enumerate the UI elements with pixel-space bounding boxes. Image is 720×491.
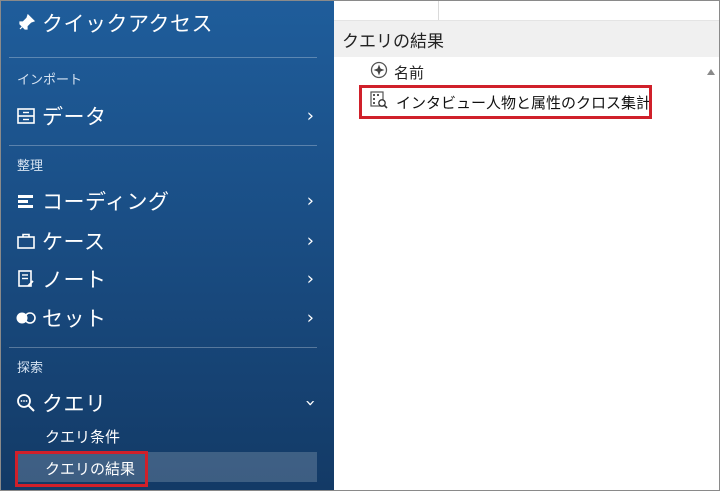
- chevron-right-icon: ›: [306, 190, 314, 212]
- chevron-down-icon: ›: [299, 399, 321, 407]
- note-icon: [16, 269, 36, 289]
- results-header: クエリの結果: [334, 21, 719, 57]
- compass-icon: [370, 61, 388, 83]
- quick-access-label: クイックアクセス: [42, 12, 213, 36]
- briefcase-icon: [16, 231, 36, 251]
- annotation-highlight-box: [15, 451, 148, 487]
- chevron-right-icon: ›: [306, 230, 314, 252]
- divider: [9, 145, 317, 146]
- app-window: クイックアクセス インポート データ › 整理 コーディング › ケース › ノ…: [0, 0, 720, 491]
- navigation-sidebar: クイックアクセス インポート データ › 整理 コーディング › ケース › ノ…: [1, 1, 334, 490]
- page-title: クエリの結果: [342, 31, 444, 52]
- sidebar-item-data[interactable]: データ ›: [1, 98, 334, 134]
- sidebar-item-label: クエリ: [42, 392, 107, 416]
- sidebar-item-cases[interactable]: ケース ›: [1, 223, 334, 259]
- sidebar-item-label: ケース: [42, 230, 106, 254]
- sidebar-item-label: ノート: [42, 268, 107, 292]
- sidebar-item-label: コーディング: [42, 190, 170, 214]
- section-label-import: インポート: [17, 73, 83, 88]
- sidebar-item-label: データ: [42, 105, 107, 129]
- sidebar-item-notes[interactable]: ノート ›: [1, 261, 334, 297]
- sets-icon: [16, 308, 36, 328]
- query-search-icon: [16, 393, 36, 413]
- main-pane: クエリの結果 名前 インタビュー人物と属性のクロス集計: [334, 1, 719, 490]
- sidebar-item-query[interactable]: クエリ ›: [1, 385, 334, 421]
- column-header-name[interactable]: 名前: [370, 61, 424, 83]
- chevron-right-icon: ›: [306, 105, 314, 127]
- sort-up-icon[interactable]: [707, 69, 715, 75]
- data-icon: [16, 106, 36, 126]
- sidebar-item-coding[interactable]: コーディング ›: [1, 183, 334, 219]
- sidebar-item-label: セット: [42, 307, 107, 331]
- section-label-organize: 整理: [17, 159, 44, 174]
- chevron-right-icon: ›: [306, 307, 314, 329]
- annotation-highlight-box: [359, 85, 652, 119]
- section-label-explore: 探索: [17, 361, 44, 376]
- toolbar-separator: [438, 1, 439, 20]
- column-header-label: 名前: [394, 63, 425, 82]
- chevron-right-icon: ›: [306, 268, 314, 290]
- quick-access-item[interactable]: クイックアクセス: [1, 5, 334, 41]
- pin-icon: [16, 13, 36, 33]
- sidebar-subitem-query-criteria[interactable]: クエリ条件: [45, 426, 120, 447]
- divider: [9, 57, 317, 58]
- divider: [9, 347, 317, 348]
- coding-icon: [16, 191, 36, 211]
- sidebar-item-sets[interactable]: セット ›: [1, 300, 334, 336]
- toolbar-strip: [334, 1, 719, 21]
